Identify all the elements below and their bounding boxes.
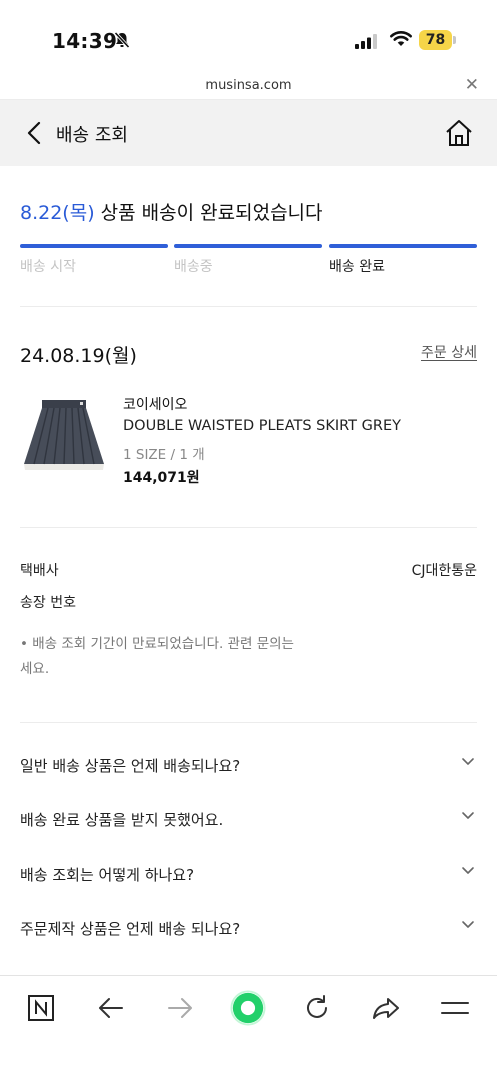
chevron-down-icon[interactable] bbox=[461, 862, 475, 881]
faq-item[interactable]: 배송 완료 상품을 받지 못했어요. bbox=[20, 805, 477, 835]
home-icon[interactable] bbox=[444, 118, 474, 152]
status-time: 14:39 bbox=[52, 29, 118, 53]
battery-level: 78 bbox=[419, 30, 452, 50]
share-icon[interactable] bbox=[368, 991, 404, 1025]
close-icon[interactable]: ✕ bbox=[465, 75, 479, 95]
divider bbox=[20, 722, 477, 723]
delivery-message: 상품 배송이 완료되었습니다 bbox=[94, 202, 323, 224]
delivery-progress-bar bbox=[20, 244, 477, 248]
naver-n-icon[interactable] bbox=[23, 991, 59, 1025]
chevron-down-icon[interactable] bbox=[461, 753, 475, 772]
product-name[interactable]: DOUBLE WAISTED PLEATS SKIRT GREY bbox=[123, 418, 401, 434]
step-label-shipping: 배송중 bbox=[174, 259, 213, 275]
delivery-date: 8.22(목) bbox=[20, 202, 95, 224]
page-title: 배송 조회 bbox=[56, 125, 128, 146]
delivery-headline: 8.22(목) 상품 배송이 완료되었습니다 bbox=[20, 198, 323, 225]
divider bbox=[20, 306, 477, 307]
faq-item[interactable]: 배송 조회는 어떻게 하나요? bbox=[20, 860, 477, 890]
step-label-start: 배송 시작 bbox=[20, 259, 76, 275]
chevron-down-icon[interactable] bbox=[461, 916, 475, 935]
tracking-notice: • 배송 조회 기간이 만료되었습니다. 관련 문의는 세요. bbox=[20, 632, 320, 682]
browser-toolbar bbox=[0, 975, 497, 1080]
progress-segment-1 bbox=[20, 244, 168, 248]
arrow-right-icon[interactable] bbox=[162, 991, 198, 1025]
faq-item[interactable]: 일반 배송 상품은 언제 배송되나요? bbox=[20, 751, 477, 781]
courier-label: 택배사 bbox=[20, 563, 59, 579]
browser-url-bar: musinsa.com ✕ bbox=[0, 72, 497, 100]
faq-question: 배송 완료 상품을 받지 못했어요. bbox=[20, 811, 224, 829]
courier-value: CJ대한통운 bbox=[411, 563, 477, 579]
notice-line-2: 세요. bbox=[20, 661, 50, 677]
order-date: 24.08.19(월) bbox=[20, 345, 137, 367]
battery-tip bbox=[453, 36, 456, 44]
cellular-signal-icon bbox=[355, 33, 381, 53]
progress-segment-3 bbox=[329, 244, 477, 248]
notice-line-1: • 배송 조회 기간이 만료되었습니다. 관련 문의는 bbox=[20, 636, 294, 652]
faq-question: 주문제작 상품은 언제 배송 되나요? bbox=[20, 920, 241, 938]
product-image[interactable] bbox=[20, 394, 108, 478]
status-bar: 14:39 78 bbox=[0, 0, 497, 78]
progress-segment-2 bbox=[174, 244, 322, 248]
product-option: 1 SIZE / 1 개 bbox=[123, 447, 205, 463]
url-text[interactable]: musinsa.com bbox=[0, 78, 497, 93]
page-header: 배송 조회 bbox=[0, 100, 497, 166]
order-detail-link[interactable]: 주문 상세 bbox=[421, 342, 477, 362]
product-brand[interactable]: 코이세이오 bbox=[123, 394, 187, 414]
faq-item[interactable]: 주문제작 상품은 언제 배송 되나요? bbox=[20, 914, 477, 944]
bell-slash-icon bbox=[113, 31, 131, 49]
step-label-delivered: 배송 완료 bbox=[329, 259, 385, 275]
green-dot-icon[interactable] bbox=[230, 990, 266, 1026]
arrow-left-icon[interactable] bbox=[93, 991, 129, 1025]
divider bbox=[20, 527, 477, 528]
chevron-left-icon[interactable] bbox=[24, 120, 44, 150]
wifi-icon bbox=[389, 30, 413, 52]
product-price: 144,071원 bbox=[123, 470, 200, 486]
refresh-icon[interactable] bbox=[299, 991, 335, 1025]
faq-question: 배송 조회는 어떻게 하나요? bbox=[20, 866, 195, 884]
menu-icon[interactable] bbox=[437, 991, 473, 1025]
faq-question: 일반 배송 상품은 언제 배송되나요? bbox=[20, 757, 241, 775]
chevron-down-icon[interactable] bbox=[461, 807, 475, 826]
tracking-number-label: 송장 번호 bbox=[20, 595, 76, 611]
